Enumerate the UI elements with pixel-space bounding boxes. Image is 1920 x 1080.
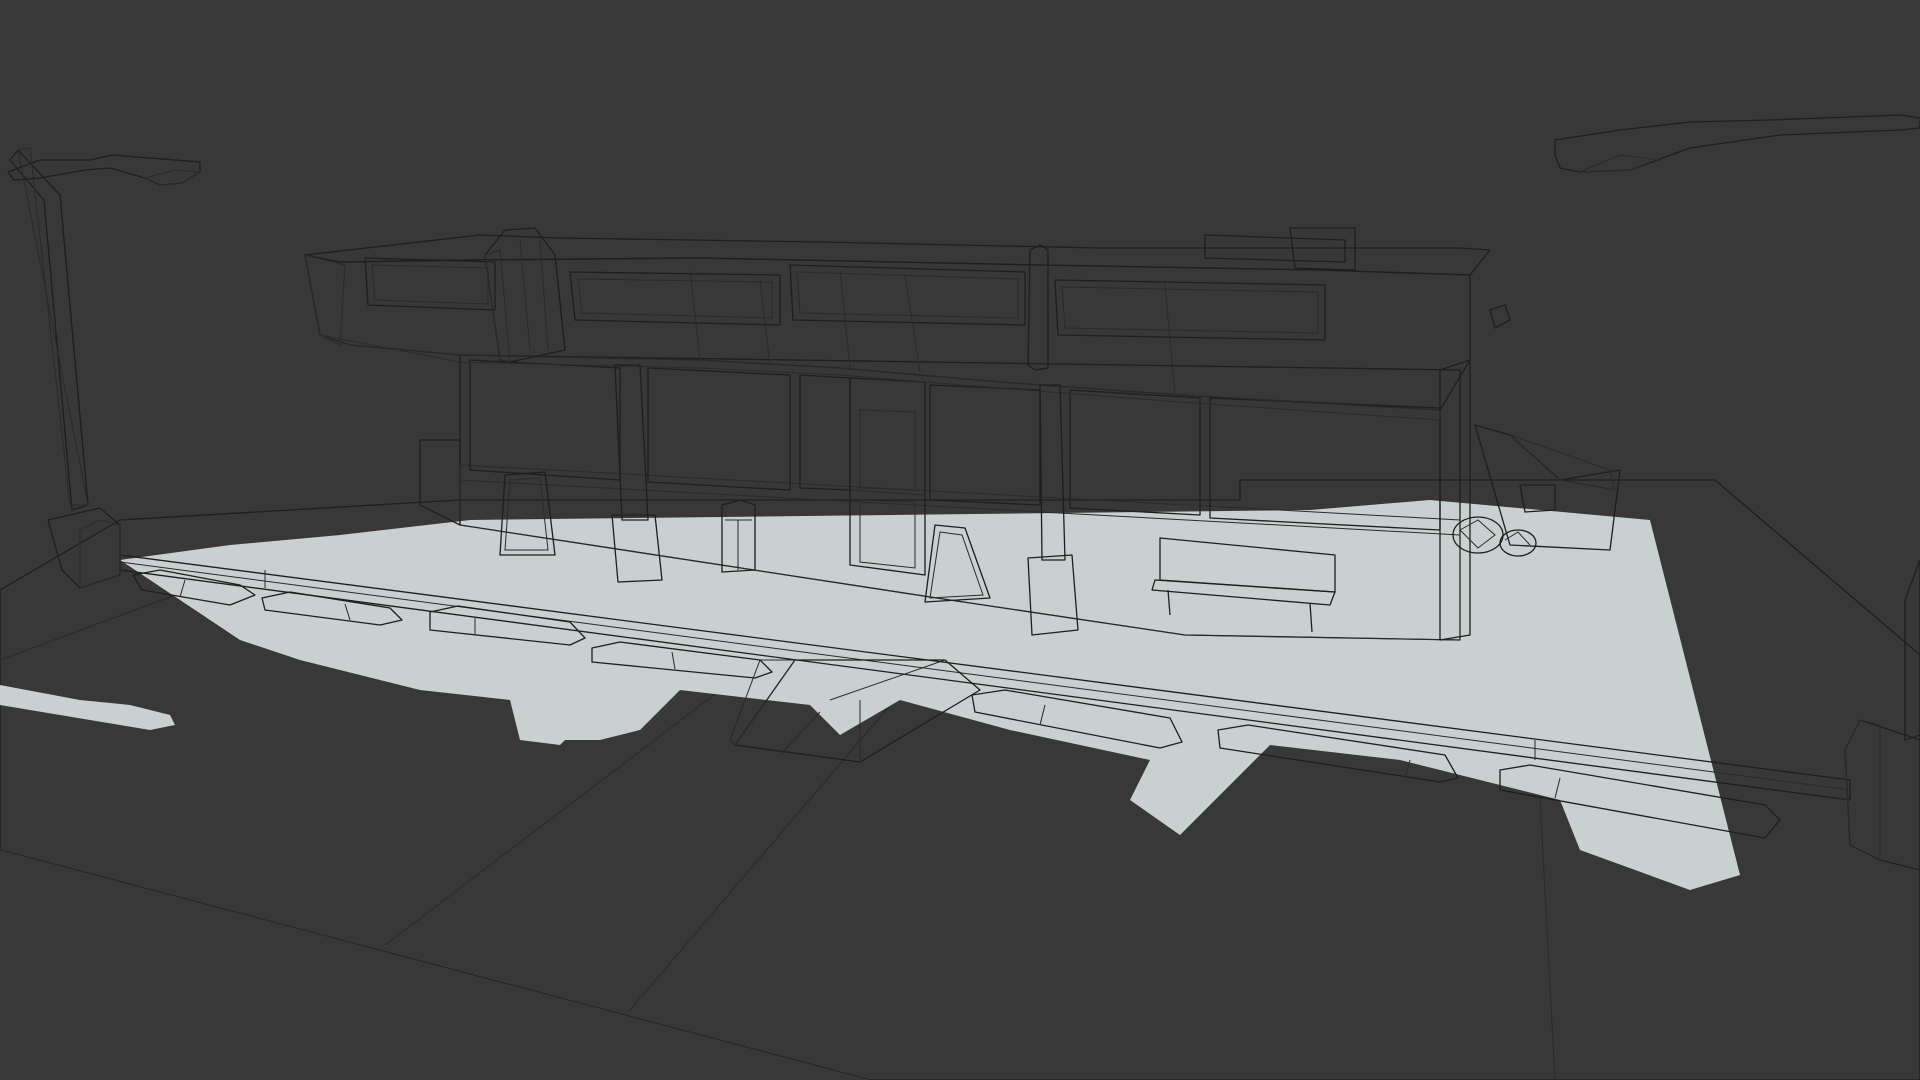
- shadows: [0, 500, 1740, 890]
- canopy-sign: [1027, 244, 1049, 371]
- street-lamp[interactable]: [7, 147, 202, 589]
- 3d-viewport[interactable]: [0, 0, 1920, 1080]
- viewport-scene[interactable]: [0, 0, 1920, 1080]
- canopy-sign: [484, 227, 566, 363]
